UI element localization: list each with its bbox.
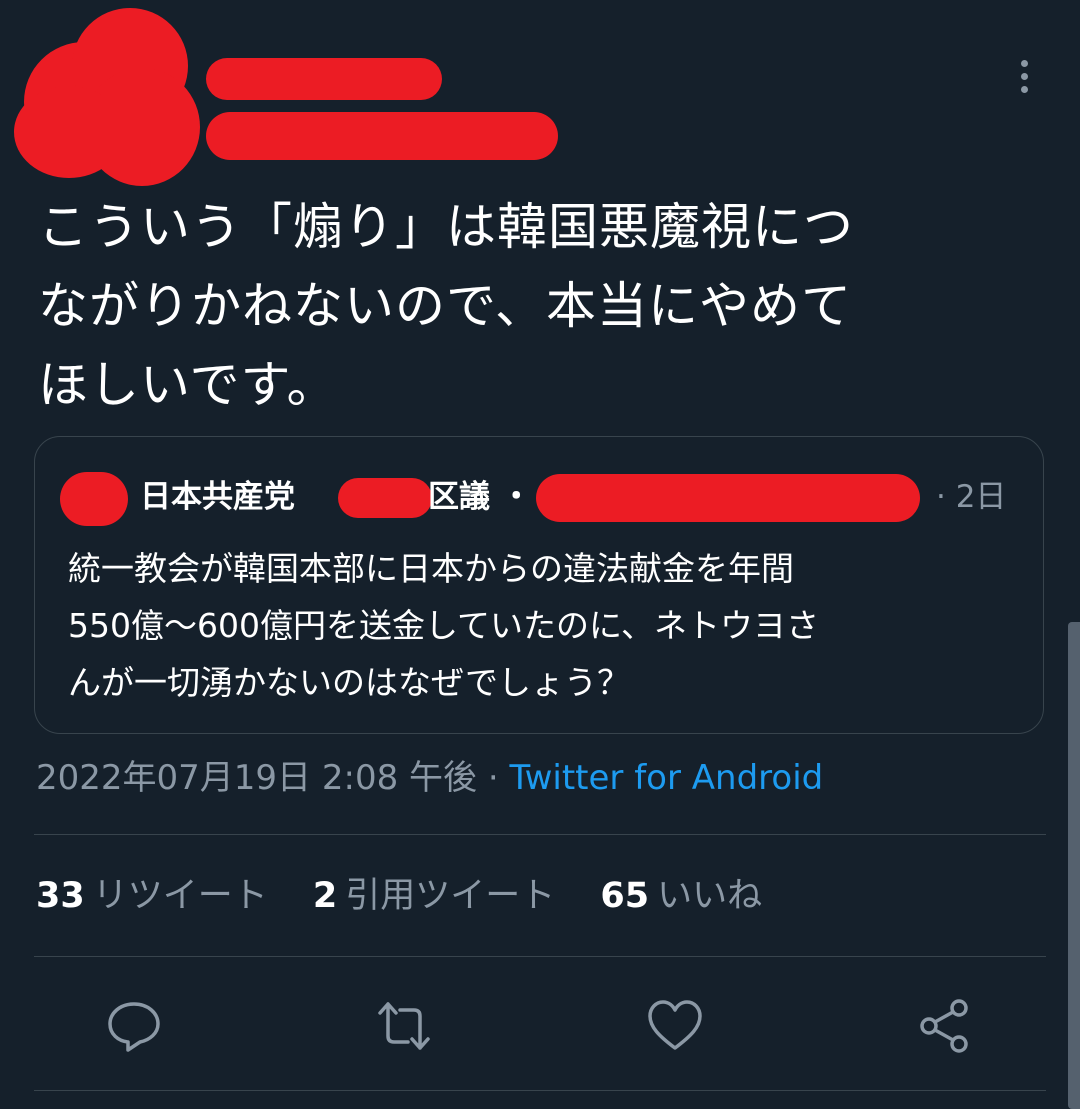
retweets-count: 33 [36, 876, 85, 916]
likes-label: いいね [657, 876, 763, 916]
quotes-stat[interactable]: 2 引用ツイート [313, 866, 555, 926]
divider [34, 1090, 1046, 1091]
engagement-stats: 33 リツイート 2 引用ツイート 65 いいね [36, 866, 796, 926]
quoted-text-line: 550億〜600億円を送金していたのに、ネトウヨさ [68, 606, 819, 645]
likes-count: 65 [600, 876, 650, 916]
quoted-avatar-redaction [60, 472, 128, 526]
scrollbar[interactable] [1068, 622, 1080, 1109]
divider [34, 956, 1046, 957]
reply-icon [108, 1002, 160, 1052]
quoted-handle-redaction [536, 474, 920, 522]
quoted-tweet-text: 統一教会が韓国本部に日本からの違法献金を年間 550億〜600億円を送金していた… [68, 540, 1028, 711]
quoted-timestamp: · 2日 [936, 479, 1007, 515]
retweet-icon [378, 1002, 430, 1050]
more-vertical-icon[interactable] [1012, 60, 1036, 96]
author-avatar-redaction[interactable] [14, 8, 200, 186]
share-icon [920, 999, 968, 1053]
share-button[interactable] [915, 996, 975, 1056]
quotes-count: 2 [312, 876, 338, 916]
tweet-meta: 2022年07月19日 2:08 午後 · Twitter for Androi… [36, 752, 823, 804]
tweet-text-line: ながりかねないので、本当にやめて [38, 277, 852, 335]
quoted-author-name: 日本共産党 [140, 479, 295, 515]
tweet-text-line: ほしいです。 [38, 356, 338, 414]
like-button[interactable] [645, 996, 705, 1056]
like-icon [648, 1000, 702, 1050]
tweet-timestamp: 2022年07月19日 2:08 午後 · [36, 758, 510, 798]
quoted-text-line: んが一切湧かないのはなぜでしょう？ [68, 663, 630, 702]
quoted-author-name-suffix: 区議 ・ [428, 479, 532, 515]
tweet-text-line: こういう「煽り」は韓国悪魔視につ [38, 198, 854, 256]
quotes-label: 引用ツイート [345, 876, 556, 916]
author-handle-redaction[interactable] [206, 112, 558, 160]
quoted-name-redaction [338, 478, 432, 518]
reply-button[interactable] [104, 996, 164, 1056]
author-name-redaction[interactable] [206, 58, 442, 100]
tweet-text: こういう「煽り」は韓国悪魔視につ ながりかねないので、本当にやめて ほしいです。 [38, 188, 1038, 425]
retweet-button[interactable] [374, 996, 434, 1056]
retweets-label: リツイート [92, 876, 268, 916]
likes-stat[interactable]: 65 いいね [600, 866, 762, 926]
retweets-stat[interactable]: 33 リツイート [36, 866, 268, 926]
quoted-text-line: 統一教会が韓国本部に日本からの違法献金を年間 [68, 549, 794, 588]
divider [34, 834, 1046, 835]
tweet-source-link[interactable]: Twitter for Android [509, 758, 823, 798]
